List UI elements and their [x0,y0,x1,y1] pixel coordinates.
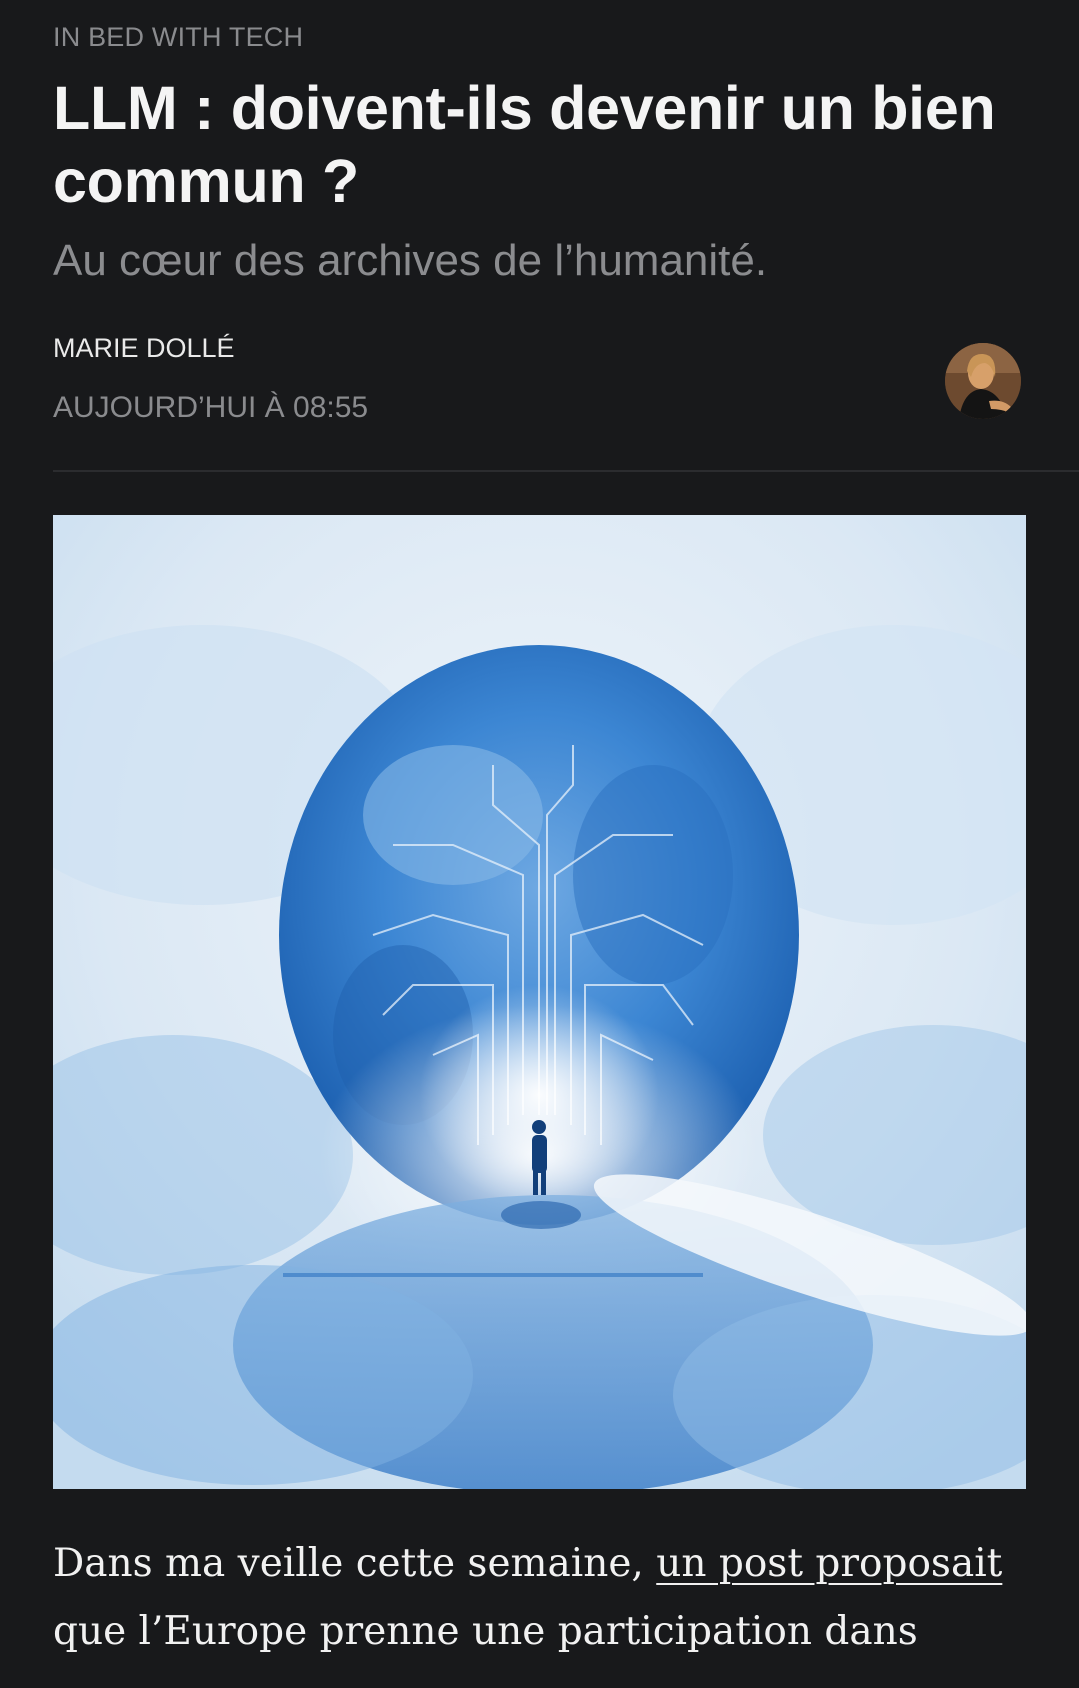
publish-timestamp: AUJOURD’HUI À 08:55 [53,391,369,424]
header-divider [53,470,1079,472]
body-text-continuation: que l’Europe prenne une participation da… [53,1609,918,1654]
article-subtitle: Au cœur des archives de l’humanité. [53,236,768,285]
article-body-paragraph: Dans ma veille cette semaine, un post pr… [53,1530,1053,1666]
author-avatar[interactable] [945,343,1021,419]
body-text-intro: Dans ma veille cette semaine, [53,1541,657,1586]
hero-image [53,515,1026,1489]
hero-illustration [53,515,1026,1489]
article-page: IN BED WITH TECH LLM : doivent-ils deven… [0,0,1079,1688]
author-name[interactable]: MARIE DOLLÉ [53,333,235,364]
body-inline-link[interactable]: un post proposait [656,1541,1002,1586]
article-title: LLM : doivent-ils devenir un bien commun… [53,74,996,215]
section-label[interactable]: IN BED WITH TECH [53,22,303,53]
avatar-portrait-icon [945,343,1021,419]
